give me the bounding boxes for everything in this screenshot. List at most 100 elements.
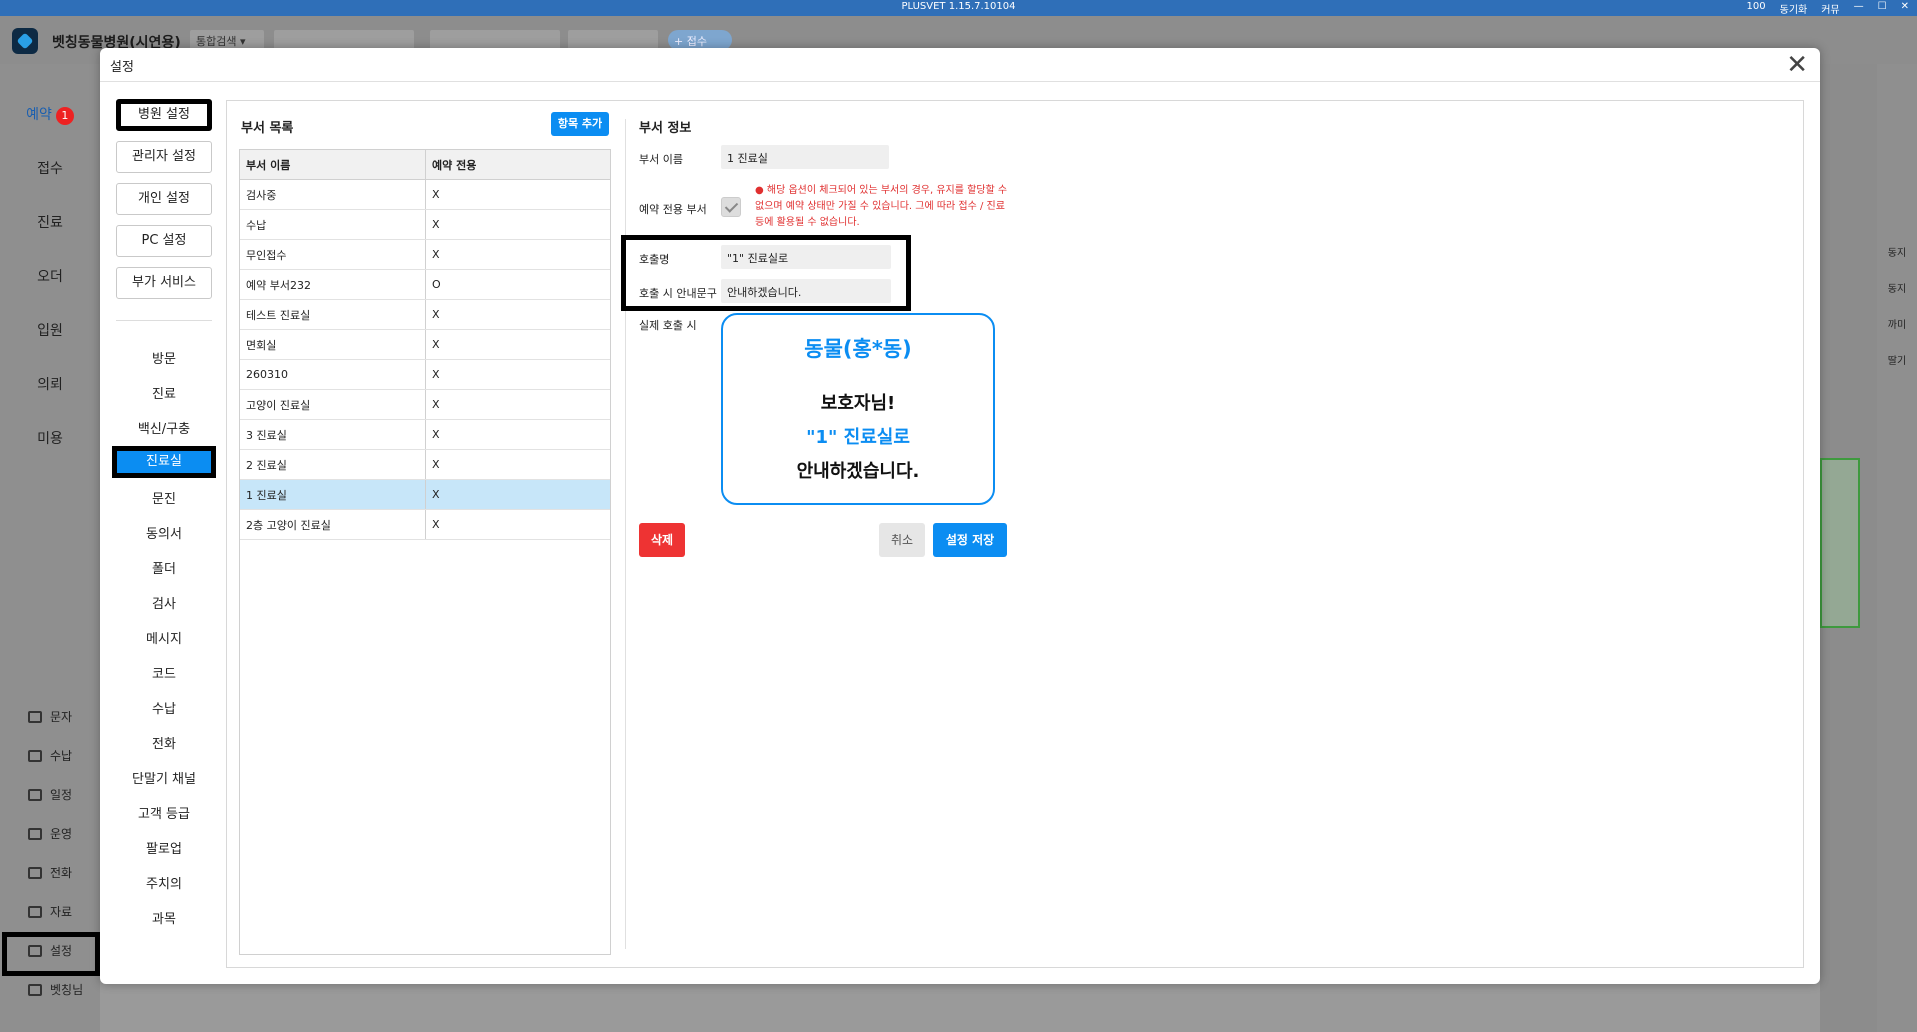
filter-select-1[interactable] <box>430 30 560 50</box>
system-bar: PLUSVET 1.15.7.10104 100 동기화 커뮤 — ☐ ✕ <box>0 0 1917 16</box>
delete-button[interactable]: 삭제 <box>639 523 685 557</box>
submenu-payment[interactable]: 수납 <box>112 698 216 717</box>
menu-personal-settings[interactable]: 개인 설정 <box>116 183 212 215</box>
nav-item-order[interactable]: 오더 <box>0 266 100 286</box>
table-row[interactable]: 면회실 X <box>240 330 610 360</box>
right-strip-item[interactable]: 동지 <box>1885 244 1909 259</box>
nav-item-reservation[interactable]: 예약 1 <box>0 104 100 125</box>
search-input[interactable] <box>274 30 414 50</box>
table-row[interactable]: 260310 X <box>240 360 610 390</box>
table-row-selected[interactable]: 1 진료실 X <box>240 480 610 510</box>
dept-name-input[interactable]: 1 진료실 <box>721 145 889 169</box>
column-header-reserve[interactable]: 예약 전용 <box>426 150 610 179</box>
mail-icon <box>28 710 42 723</box>
user-icon <box>28 983 42 996</box>
zoom-level[interactable]: 100 <box>1747 1 1766 16</box>
call-fields-highlight-box <box>621 235 911 311</box>
table-header: 부서 이름 예약 전용 <box>240 150 610 180</box>
menu-divider <box>116 320 212 321</box>
system-controls: 100 동기화 커뮤 — ☐ ✕ <box>1747 1 1909 16</box>
nav-item-hospitalization[interactable]: 입원 <box>0 320 100 340</box>
submenu-primary-vet[interactable]: 주치의 <box>112 873 216 892</box>
cancel-button[interactable]: 취소 <box>879 523 925 557</box>
dept-name-label: 부서 이름 <box>639 153 683 166</box>
menu-addon-services[interactable]: 부가 서비스 <box>116 267 212 299</box>
reserve-only-checkbox[interactable] <box>721 197 741 217</box>
nav-sms[interactable]: 문자 <box>28 708 72 725</box>
list-icon <box>28 827 42 840</box>
search-scope-select[interactable]: 통합검색 ▾ <box>190 30 264 50</box>
nav-data[interactable]: 자료 <box>28 903 72 920</box>
minimize-icon[interactable]: — <box>1854 1 1864 16</box>
submenu-questionnaire[interactable]: 문진 <box>112 488 216 507</box>
maximize-icon[interactable]: ☐ <box>1878 1 1887 16</box>
submenu-consent[interactable]: 동의서 <box>112 523 216 542</box>
sync-button[interactable]: 동기화 <box>1780 1 1808 16</box>
left-nav: 예약 1 접수 진료 오더 입원 의뢰 미용 문자 수납 일정 운영 전화 자료 … <box>0 64 100 1032</box>
submenu-customer-grade[interactable]: 고객 등급 <box>112 803 216 822</box>
background-card <box>1820 458 1860 628</box>
submenu-visit[interactable]: 방문 <box>112 348 216 367</box>
submenu-exam-room[interactable]: 진료실 <box>112 446 216 478</box>
dept-table: 부서 이름 예약 전용 검사중 X 수납 X 무인접수 X 예약 부서232 O 테스트… <box>239 149 611 955</box>
card-icon <box>28 749 42 762</box>
submenu-code[interactable]: 코드 <box>112 663 216 682</box>
settings-content: 부서 목록 항목 추가 부서 이름 예약 전용 검사중 X 수납 X 무인접수 X 예… <box>226 100 1804 968</box>
menu-hospital-settings[interactable]: 병원 설정 <box>116 99 212 131</box>
table-row[interactable]: 테스트 진료실 X <box>240 300 610 330</box>
filter-select-2[interactable] <box>568 30 658 50</box>
submenu-terminal-channel[interactable]: 단말기 채널 <box>112 768 216 787</box>
table-row[interactable]: 고양이 진료실 X <box>240 390 610 420</box>
reservation-badge: 1 <box>55 107 74 125</box>
save-settings-button[interactable]: 설정 저장 <box>933 523 1007 557</box>
nav-user[interactable]: 벳칭님 <box>28 981 83 998</box>
right-strip-item[interactable]: 딸기 <box>1885 352 1909 367</box>
window-close-icon[interactable]: ✕ <box>1901 1 1909 16</box>
table-row[interactable]: 무인접수 X <box>240 240 610 270</box>
modal-divider <box>100 81 1820 82</box>
submenu-vaccine[interactable]: 백신/구충 <box>112 418 216 437</box>
nav-item-treatment[interactable]: 진료 <box>0 212 100 232</box>
nav-item-reception[interactable]: 접수 <box>0 158 100 178</box>
menu-pc-settings[interactable]: PC 설정 <box>116 225 212 257</box>
table-row[interactable]: 검사중 X <box>240 180 610 210</box>
modal-title: 설정 <box>110 60 134 75</box>
nav-phone[interactable]: 전화 <box>28 864 72 881</box>
receive-button[interactable]: + 접수 <box>668 30 732 50</box>
table-row[interactable]: 예약 부서232 O <box>240 270 610 300</box>
settings-highlight-box <box>2 932 100 976</box>
right-strip: 동지 동지 까미 딸기 <box>1877 64 1917 1032</box>
preview-greeting: 보호자님! <box>820 393 896 414</box>
right-strip-item[interactable]: 동지 <box>1885 280 1909 295</box>
submenu-followup[interactable]: 팔로업 <box>112 838 216 857</box>
column-header-name[interactable]: 부서 이름 <box>240 150 426 179</box>
nav-schedule[interactable]: 일정 <box>28 786 72 803</box>
submenu-phone[interactable]: 전화 <box>112 733 216 752</box>
right-strip-item[interactable]: 까미 <box>1885 316 1909 331</box>
submenu-treatment[interactable]: 진료 <box>112 383 216 402</box>
add-item-button[interactable]: 항목 추가 <box>551 112 609 136</box>
table-row[interactable]: 2 진료실 X <box>240 450 610 480</box>
document-icon <box>28 905 42 918</box>
nav-item-grooming[interactable]: 미용 <box>0 428 100 448</box>
nav-item-referral[interactable]: 의뢰 <box>0 374 100 394</box>
actual-call-label: 실제 호출 시 <box>639 319 697 332</box>
submenu-message[interactable]: 메시지 <box>112 628 216 647</box>
menu-admin-settings[interactable]: 관리자 설정 <box>116 141 212 173</box>
close-icon[interactable]: ✕ <box>1786 52 1808 78</box>
table-row[interactable]: 2층 고양이 진료실 X <box>240 510 610 540</box>
nav-operation[interactable]: 운영 <box>28 825 72 842</box>
submenu-folder[interactable]: 폴더 <box>112 558 216 577</box>
submenu-test[interactable]: 검사 <box>112 593 216 612</box>
submenu-subject[interactable]: 과목 <box>112 908 216 927</box>
phone-icon <box>28 866 42 879</box>
reserve-warning: ● 해당 옵션이 체크되어 있는 부서의 경우, 유지를 할당할 수 없으며 예… <box>755 185 1008 228</box>
nav-payment[interactable]: 수납 <box>28 747 72 764</box>
reserve-only-label: 예약 전용 부서 <box>639 203 707 216</box>
preview-animal-name: 동물(홍*동) <box>804 337 912 361</box>
call-preview-card: 동물(홍*동) 보호자님! "1" 진료실로 안내하겠습니다. <box>721 313 995 505</box>
table-row[interactable]: 수납 X <box>240 210 610 240</box>
table-row[interactable]: 3 진료실 X <box>240 420 610 450</box>
community-button[interactable]: 커뮤 <box>1821 1 1839 16</box>
app-logo-icon <box>12 28 38 54</box>
